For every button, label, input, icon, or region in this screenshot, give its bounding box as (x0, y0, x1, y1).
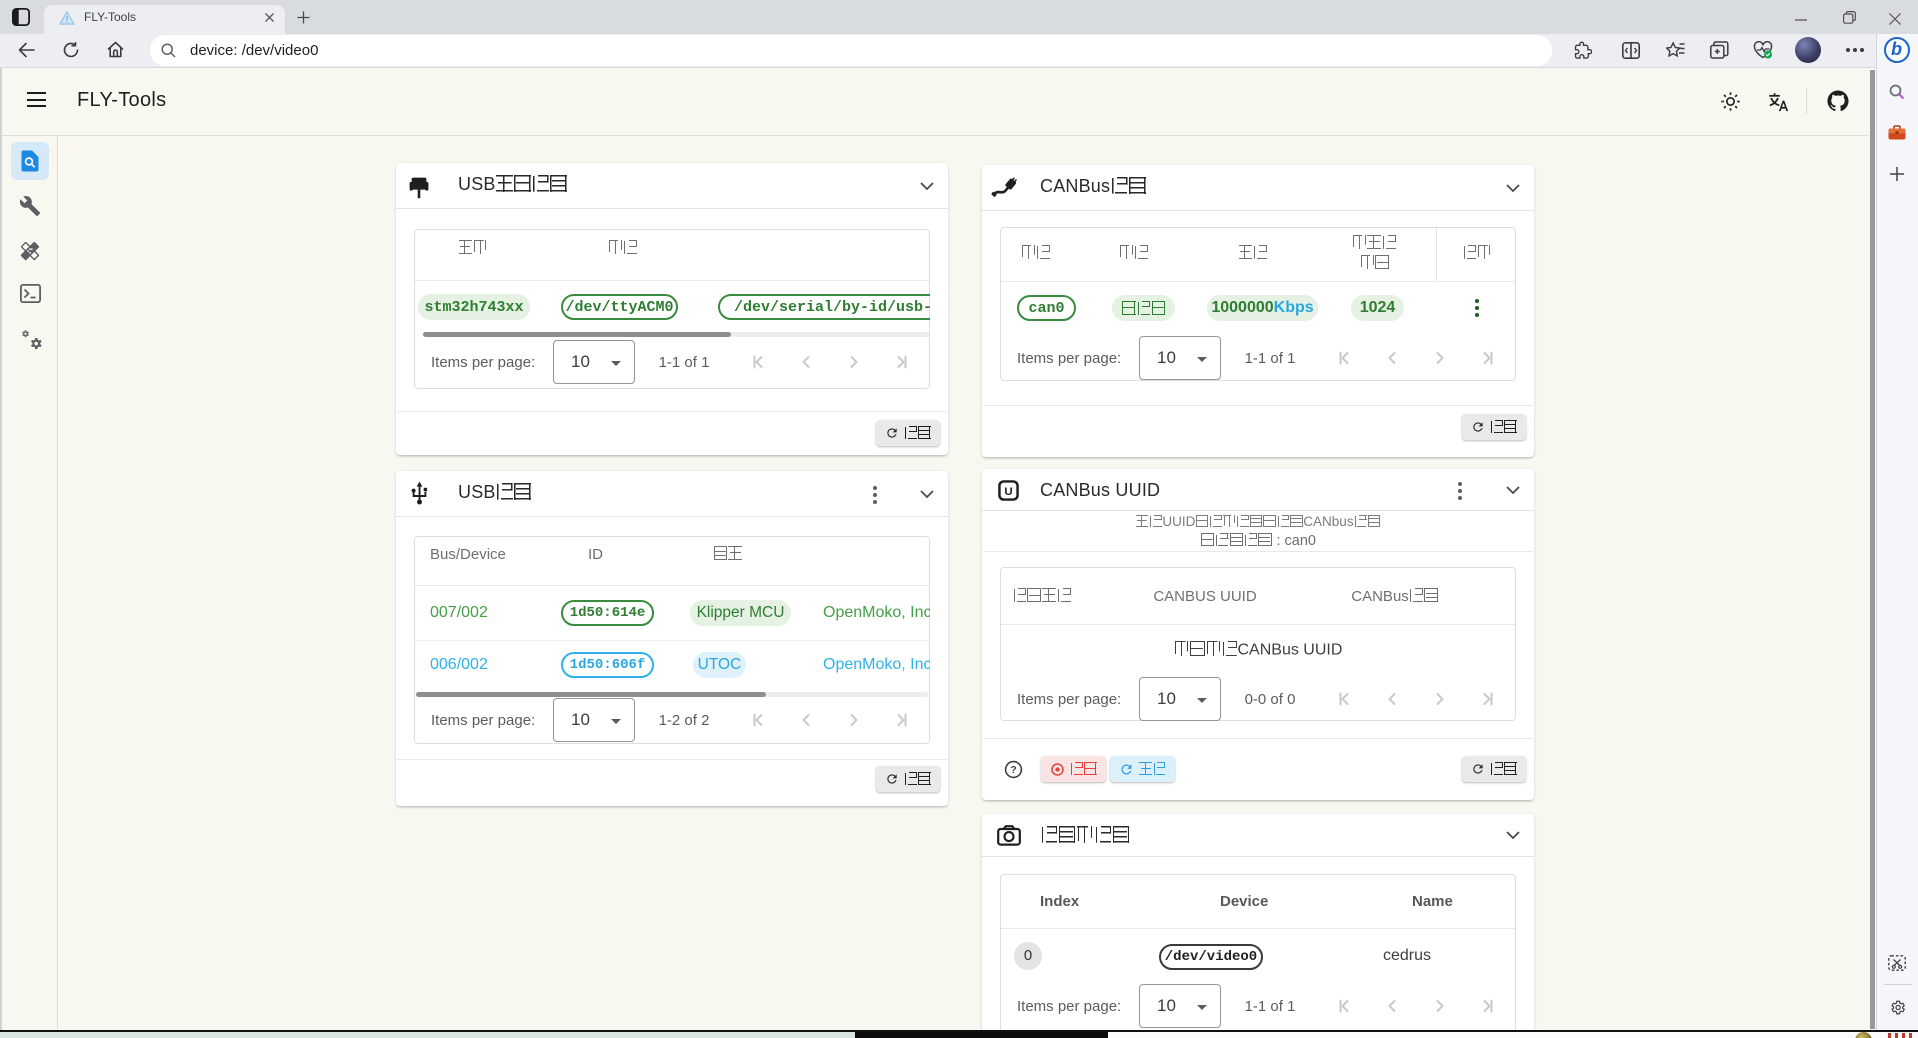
svg-text:?: ? (1010, 765, 1016, 776)
